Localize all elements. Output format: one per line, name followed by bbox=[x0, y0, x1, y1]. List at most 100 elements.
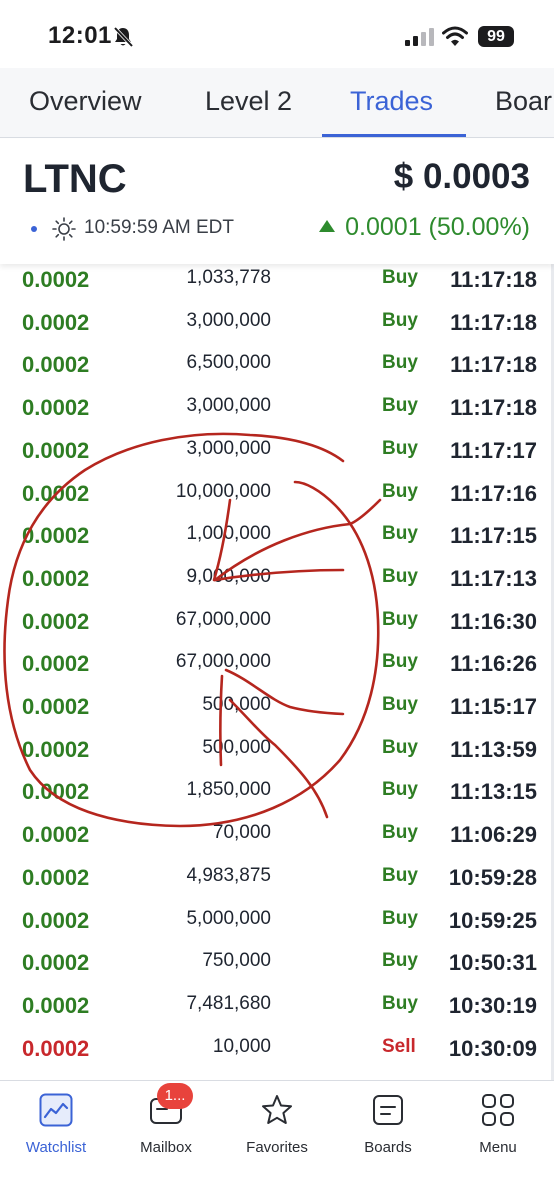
trade-side: Buy bbox=[382, 352, 418, 374]
trade-time: 10:30:19 bbox=[448, 992, 537, 1018]
nav-favorites[interactable]: Favorites bbox=[222, 1091, 332, 1161]
trade-price: 0.0002 bbox=[22, 1035, 90, 1061]
trade-row[interactable]: 0.0002 500,000 Buy 11:13:59 bbox=[0, 727, 554, 770]
trade-row[interactable]: 0.0002 5,000,000 Buy 10:59:25 bbox=[0, 898, 554, 941]
trade-time: 11:16:30 bbox=[450, 608, 537, 634]
trade-side: Buy bbox=[382, 523, 418, 545]
battery-indicator: 99 bbox=[478, 26, 514, 47]
trade-row[interactable]: 0.0002 1,850,000 Buy 11:13:15 bbox=[0, 769, 554, 812]
trade-price: 0.0002 bbox=[22, 694, 90, 719]
trade-price: 0.0002 bbox=[22, 523, 90, 549]
nav-label-favorites: Favorites bbox=[246, 1139, 308, 1156]
nav-label-watchlist: Watchlist bbox=[25, 1139, 87, 1156]
trade-price: 0.0002 bbox=[22, 309, 90, 335]
trade-row[interactable]: 0.0002 7,481,680 Buy 10:30:19 bbox=[0, 983, 554, 1026]
grid-icon bbox=[482, 1094, 514, 1126]
trade-side: Buy bbox=[382, 437, 418, 459]
tab-level-2[interactable]: Level 2 bbox=[205, 86, 292, 117]
trade-row[interactable]: 0.0002 500,000 Buy 11:15:17 bbox=[0, 684, 554, 727]
trade-row[interactable]: 0.0002 67,000,000 Buy 11:16:26 bbox=[0, 641, 554, 684]
trade-side: Buy bbox=[382, 992, 418, 1014]
trade-row[interactable]: 0.0002 4,983,875 Buy 10:59:28 bbox=[0, 855, 554, 898]
trade-size: 70,000 bbox=[212, 822, 271, 844]
trade-size: 67,000,000 bbox=[175, 608, 271, 630]
chart-line-icon bbox=[39, 1093, 73, 1127]
trade-price: 0.0002 bbox=[22, 864, 90, 890]
star-icon bbox=[262, 1095, 292, 1124]
tab-boards[interactable]: Boar bbox=[495, 86, 552, 117]
trade-row[interactable]: 0.0002 1,000,000 Buy 11:17:15 bbox=[0, 513, 554, 556]
trade-time: 11:13:59 bbox=[450, 736, 537, 762]
trade-side: Buy bbox=[382, 651, 418, 673]
trade-price: 0.0002 bbox=[22, 822, 90, 848]
last-price: $ 0.0003 bbox=[393, 157, 530, 196]
quote-time: 10:59:59 AM EDT bbox=[84, 217, 234, 238]
trade-time: 11:15:17 bbox=[450, 694, 537, 719]
trade-time: 11:17:16 bbox=[450, 480, 537, 506]
trade-time: 10:59:25 bbox=[448, 907, 537, 933]
trade-row[interactable]: 0.0002 10,000 Sell 10:30:09 bbox=[0, 1026, 554, 1069]
nav-label-boards: Boards bbox=[364, 1139, 412, 1156]
active-tab-indicator bbox=[322, 134, 466, 137]
wifi-icon bbox=[442, 26, 468, 46]
trade-time: 10:59:28 bbox=[448, 864, 537, 890]
trade-price: 0.0002 bbox=[22, 267, 90, 292]
trade-row[interactable]: 0.0002 3,000,000 Buy 11:17:18 bbox=[0, 300, 554, 343]
nav-label-mailbox: Mailbox bbox=[140, 1139, 192, 1156]
trade-time: 11:17:13 bbox=[450, 565, 537, 591]
trade-price: 0.0002 bbox=[22, 565, 90, 591]
trade-size: 6,500,000 bbox=[186, 352, 271, 374]
ticker-symbol: LTNC bbox=[23, 157, 127, 201]
nav-watchlist[interactable]: Watchlist bbox=[1, 1091, 111, 1161]
trade-size: 4,983,875 bbox=[186, 864, 271, 886]
trade-time: 11:17:18 bbox=[450, 352, 537, 378]
trade-price: 0.0002 bbox=[22, 736, 90, 762]
signal-icon bbox=[405, 28, 434, 46]
trade-price: 0.0002 bbox=[22, 950, 90, 976]
trade-price: 0.0002 bbox=[22, 651, 90, 677]
quote-header: LTNC $ 0.0003 10:59:59 AM EDT 0.0001 (50… bbox=[0, 139, 554, 264]
trade-size: 1,033,778 bbox=[186, 267, 271, 288]
app: 12:01 99 Overview Level 2 Trades Boar LT… bbox=[0, 0, 554, 1199]
boards-icon bbox=[373, 1095, 403, 1125]
trade-time: 11:17:17 bbox=[450, 437, 537, 463]
trade-row[interactable]: 0.0002 10,000,000 Buy 11:17:16 bbox=[0, 471, 554, 514]
tab-overview[interactable]: Overview bbox=[29, 86, 142, 117]
trade-price: 0.0002 bbox=[22, 907, 90, 933]
bottom-nav: Watchlist Mailbox 1... Favorites Boards bbox=[0, 1080, 554, 1199]
nav-boards[interactable]: Boards bbox=[333, 1091, 443, 1161]
nav-menu[interactable]: Menu bbox=[443, 1091, 553, 1161]
trade-row[interactable]: 0.0002 3,000,000 Buy 11:17:18 bbox=[0, 385, 554, 428]
trade-side: Buy bbox=[382, 480, 418, 502]
trade-row[interactable]: 0.0002 6,500,000 Buy 11:17:18 bbox=[0, 342, 554, 385]
trade-side: Buy bbox=[382, 822, 418, 844]
trade-time: 11:17:18 bbox=[450, 267, 537, 292]
trade-size: 9,000,000 bbox=[186, 565, 271, 587]
trade-side: Buy bbox=[382, 694, 418, 715]
trade-side: Buy bbox=[382, 736, 418, 758]
trade-side: Buy bbox=[382, 608, 418, 630]
trade-side: Buy bbox=[382, 907, 418, 929]
trade-row[interactable]: 0.0002 9,000,000 Buy 11:17:13 bbox=[0, 556, 554, 599]
trade-price: 0.0002 bbox=[22, 992, 90, 1018]
market-status-dot bbox=[31, 226, 37, 232]
status-time: 12:01 bbox=[48, 22, 112, 49]
trade-time: 11:06:29 bbox=[450, 822, 537, 848]
trade-side: Buy bbox=[382, 565, 418, 587]
trade-price: 0.0002 bbox=[22, 395, 90, 421]
mailbox-badge: 1... bbox=[157, 1083, 193, 1109]
status-bar: 12:01 99 bbox=[0, 0, 554, 68]
trades-list[interactable]: 0.0002 1,033,778 Buy 11:17:18 0.0002 3,000,00… bbox=[0, 257, 554, 1080]
trade-row[interactable]: 0.0002 67,000,000 Buy 11:16:30 bbox=[0, 599, 554, 642]
trade-side: Buy bbox=[382, 779, 418, 801]
trade-row[interactable]: 0.0002 750,000 Buy 10:50:31 bbox=[0, 940, 554, 983]
up-arrow-icon bbox=[319, 220, 336, 232]
trade-size: 1,000,000 bbox=[186, 523, 271, 545]
trade-side: Buy bbox=[382, 267, 418, 288]
trade-row[interactable]: 0.0002 70,000 Buy 11:06:29 bbox=[0, 812, 554, 855]
trade-row[interactable]: 0.0002 3,000,000 Buy 11:17:17 bbox=[0, 428, 554, 471]
trade-side: Buy bbox=[382, 950, 418, 972]
trade-time: 11:17:18 bbox=[450, 395, 537, 421]
trade-size: 1,850,000 bbox=[186, 779, 271, 801]
tab-trades[interactable]: Trades bbox=[350, 86, 433, 117]
